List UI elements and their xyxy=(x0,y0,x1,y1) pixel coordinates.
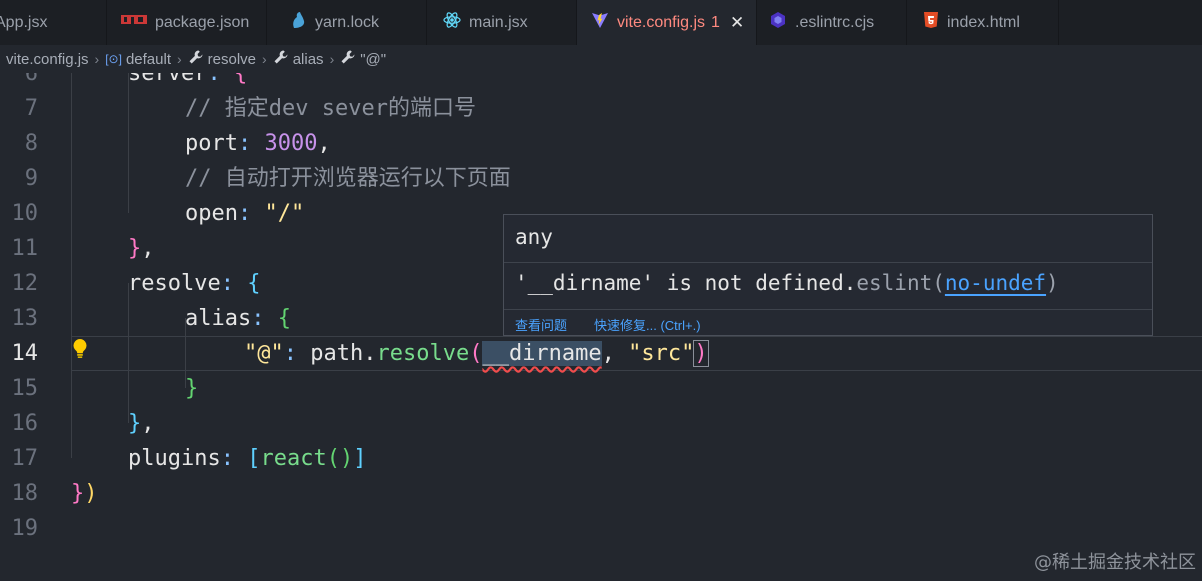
line-number-gutter: 6 7 8 9 10 11 12 13 14 15 16 17 18 19 xyxy=(0,73,70,581)
close-icon[interactable]: ✕ xyxy=(730,13,744,33)
wrench-icon xyxy=(273,49,289,69)
hover-type: any xyxy=(515,225,553,249)
divider xyxy=(504,262,1152,263)
indent-guide xyxy=(128,73,129,213)
code-line: }) xyxy=(71,481,98,506)
breadcrumb-at-key[interactable]: "@" xyxy=(360,51,386,68)
tab-package-json[interactable]: package.json xyxy=(107,0,267,45)
line-number: 11 xyxy=(11,236,39,261)
hover-actions: 查看问题 快速修复... (Ctrl+.) xyxy=(504,309,1152,336)
breadcrumb-resolve[interactable]: resolve xyxy=(208,51,256,68)
chevron-right-icon: › xyxy=(177,51,182,67)
code-line: resolve: { xyxy=(128,271,261,296)
chevron-right-icon: › xyxy=(329,51,335,67)
code-line: }, xyxy=(128,236,155,261)
tab-label: package.json xyxy=(155,13,250,31)
code-line: plugins: [react()] xyxy=(128,446,367,471)
yarn-icon xyxy=(291,11,307,34)
line-number: 17 xyxy=(11,446,39,471)
line-number: 9 xyxy=(24,166,38,191)
tab-label: main.jsx xyxy=(469,13,528,31)
tab-index-html[interactable]: index.html xyxy=(907,0,1059,45)
eslint-icon xyxy=(769,11,787,34)
tab-eslintrc-cjs[interactable]: .eslintrc.cjs xyxy=(757,0,907,45)
code-line: server: { xyxy=(128,73,248,86)
react-icon xyxy=(443,11,461,34)
wrench-icon xyxy=(340,49,356,69)
module-icon: [⊙] xyxy=(105,52,122,66)
line-number: 16 xyxy=(11,411,39,436)
rule-link[interactable]: no-undef xyxy=(945,271,1046,295)
tab-label: App.jsx xyxy=(0,13,48,31)
quick-fix-link[interactable]: 快速修复... (Ctrl+.) xyxy=(594,315,701,334)
editor-tab-bar: App.jsx package.json yarn.lock main.jsx … xyxy=(0,0,1202,45)
view-problem-link[interactable]: 查看问题 xyxy=(515,315,567,334)
html5-icon xyxy=(923,11,939,34)
code-line: } xyxy=(185,376,199,401)
line-number: 19 xyxy=(11,516,39,541)
tab-label: .eslintrc.cjs xyxy=(795,13,875,31)
tab-main-jsx[interactable]: main.jsx xyxy=(427,0,577,45)
tab-yarn-lock[interactable]: yarn.lock xyxy=(267,0,427,45)
hover-tooltip: any '__dirname' is not defined.eslint(no… xyxy=(503,214,1153,336)
indent-guide xyxy=(71,73,72,458)
line-number: 8 xyxy=(24,131,38,156)
problem-count-badge: 1 xyxy=(711,13,720,31)
line-number: 6 xyxy=(24,73,38,86)
code-line: }, xyxy=(128,411,155,436)
breadcrumb-file[interactable]: vite.config.js xyxy=(6,51,89,68)
line-number: 10 xyxy=(11,201,39,226)
tab-vite-config-js[interactable]: vite.config.js 1 ✕ xyxy=(577,0,757,45)
chevron-right-icon: › xyxy=(94,51,100,67)
breadcrumb: vite.config.js › [⊙] default › resolve ›… xyxy=(0,45,1202,73)
code-comment: // 指定dev sever的端口号 xyxy=(185,96,476,121)
vite-icon xyxy=(591,11,609,34)
breadcrumb-alias[interactable]: alias xyxy=(293,51,324,68)
tab-label: index.html xyxy=(947,13,1020,31)
tab-label: vite.config.js xyxy=(617,13,706,31)
npm-icon xyxy=(121,14,147,32)
undefined-identifier[interactable]: __dirname xyxy=(482,341,602,366)
chevron-right-icon: › xyxy=(262,51,267,67)
diagnostic-source: eslint xyxy=(856,271,933,295)
line-number: 15 xyxy=(11,376,39,401)
code-line: port: 3000, xyxy=(185,131,331,156)
line-number-current: 14 xyxy=(11,341,39,366)
watermark: @稀土掘金技术社区 xyxy=(1034,552,1196,573)
hover-diagnostic: '__dirname' is not defined.eslint(no-und… xyxy=(515,271,1059,295)
code-line: alias: { xyxy=(185,306,291,331)
code-comment: // 自动打开浏览器运行以下页面 xyxy=(185,166,511,191)
line-number: 18 xyxy=(11,481,39,506)
tab-label: yarn.lock xyxy=(315,13,380,31)
code-line-current: "@": path.resolve(__dirname, "src") xyxy=(71,336,1202,371)
wrench-icon xyxy=(188,49,204,69)
breadcrumb-default[interactable]: default xyxy=(126,51,171,68)
diagnostic-message: '__dirname' is not defined. xyxy=(515,271,857,295)
line-number: 12 xyxy=(11,271,39,296)
lightbulb-icon[interactable] xyxy=(72,338,88,360)
line-number: 13 xyxy=(11,306,39,331)
tab-app-jsx[interactable]: App.jsx xyxy=(0,0,107,45)
line-number: 7 xyxy=(24,96,38,121)
code-line: open: "/" xyxy=(185,201,305,226)
